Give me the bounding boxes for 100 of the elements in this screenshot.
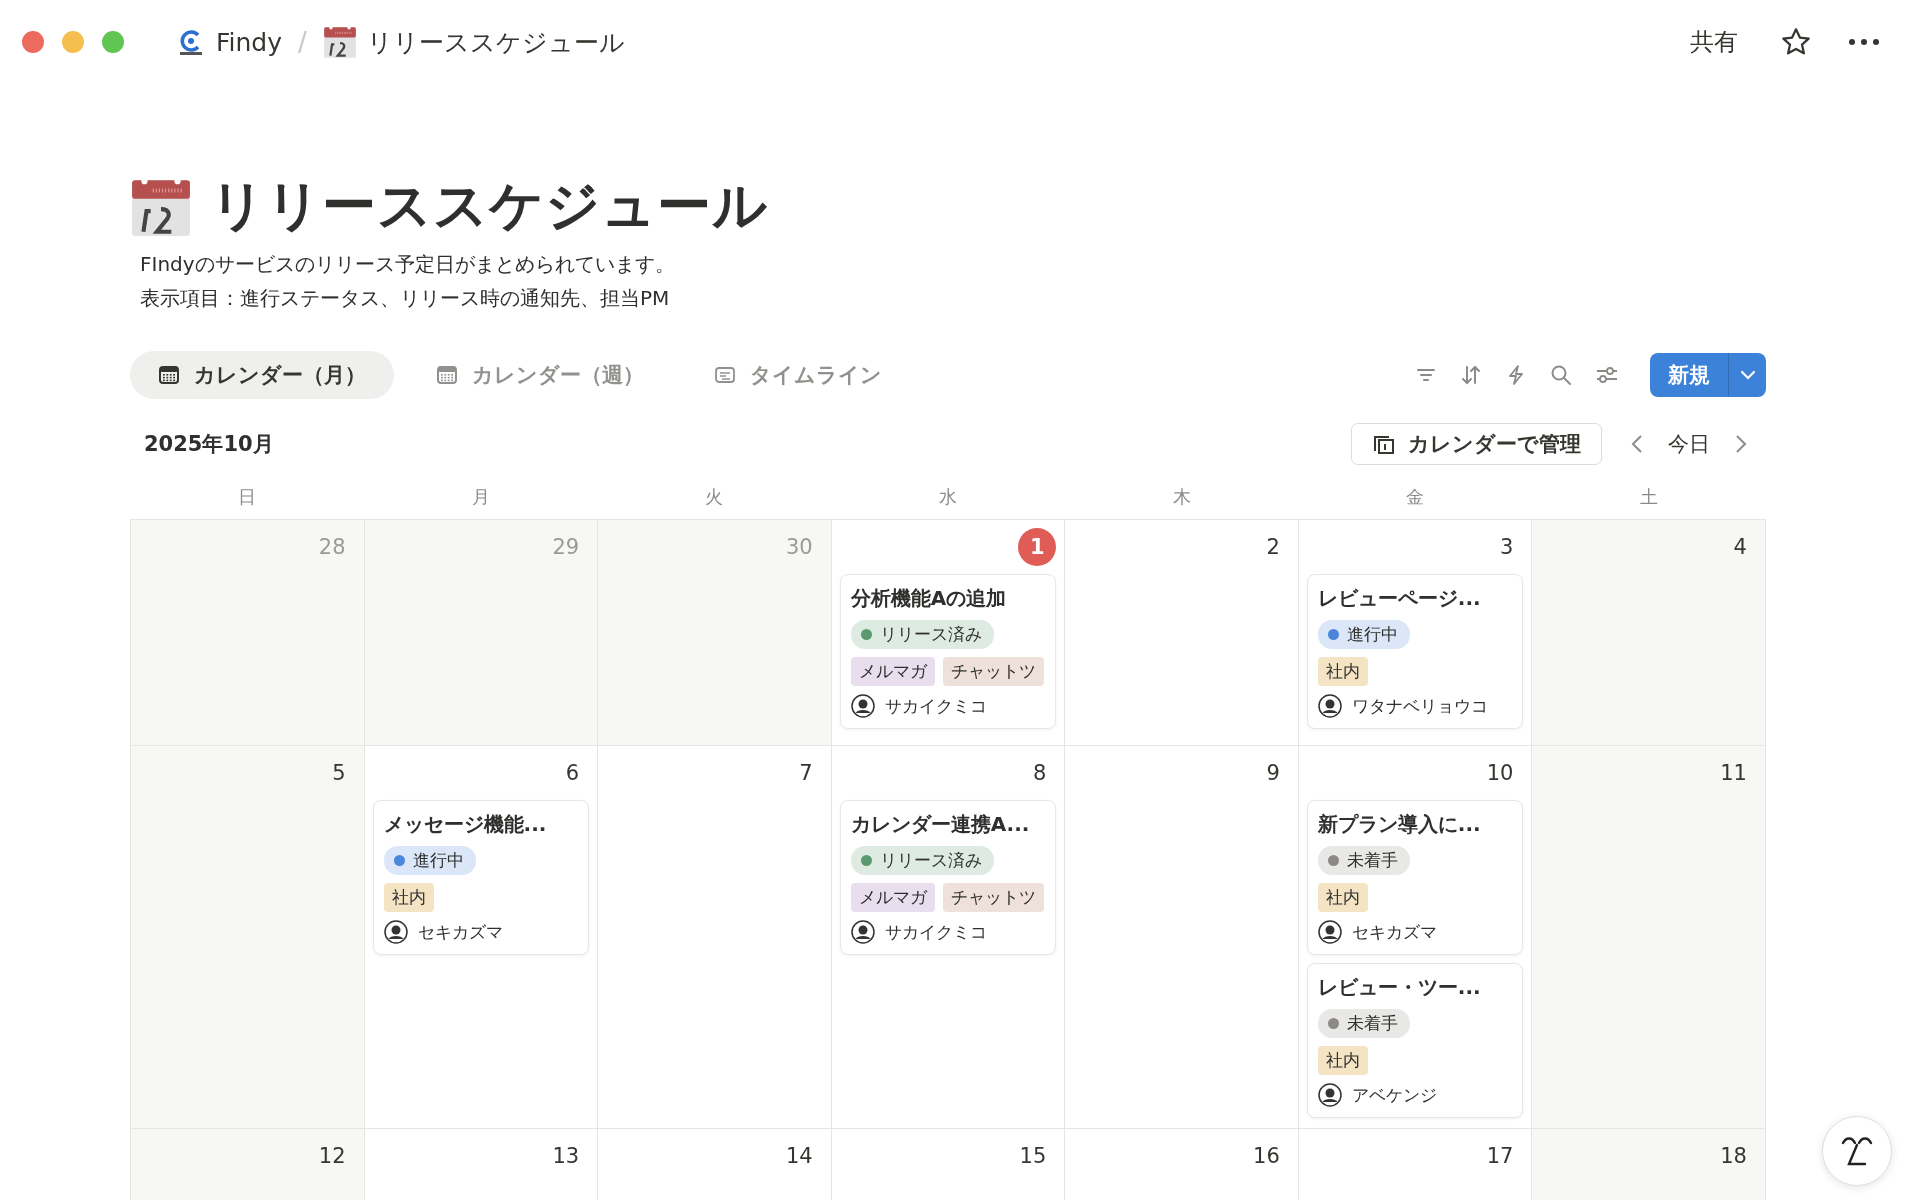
avatar-icon	[383, 920, 408, 944]
event-title: カレンダー連携A...	[850, 811, 1030, 838]
avatar-icon	[1317, 920, 1342, 944]
assignee-name: サカイクミコ	[884, 694, 987, 718]
day-number: 7	[799, 761, 814, 785]
description-text: FIndyのサービスのリリース予定日がまとめられています。	[140, 251, 676, 278]
day-number: 17	[1486, 1144, 1515, 1168]
status-tag: リリース済み	[850, 846, 994, 875]
view-tab[interactable]: カレンダー（月）	[130, 351, 394, 399]
caret-icon	[1738, 369, 1757, 381]
day-number: 2	[1266, 535, 1281, 559]
status-tag: 未着手	[1317, 846, 1410, 875]
event-title: レビュー・ツー...	[1317, 974, 1481, 1001]
breadcrumb-link[interactable]: Findy	[216, 27, 282, 57]
day-cell[interactable]: 1 分析機能Aの追加 リリース済み メルマガ チャットツ サカイクミコ	[831, 520, 1066, 746]
day-cell[interactable]: 6 メッセージ機能... 進行中 社内 セキカズマ	[364, 746, 599, 1129]
weekday-label: 日	[236, 485, 257, 509]
assignee-name: セキカズマ	[417, 920, 503, 944]
event-card[interactable]: レビューページ... 進行中 社内 ワタナベリョウコ	[1306, 574, 1524, 729]
event-card[interactable]: メッセージ機能... 進行中 社内 セキカズマ	[372, 800, 590, 955]
weekday-label: 水	[938, 485, 958, 509]
day-cell[interactable]: 9	[1065, 746, 1299, 1129]
day-number: 3	[1500, 535, 1515, 559]
day-number: 28	[318, 535, 347, 559]
today-date-badge: 1	[1018, 528, 1057, 566]
assignee-name: ワタナベリョウコ	[1351, 694, 1488, 718]
avatar-icon	[1317, 694, 1342, 718]
day-cell[interactable]: 8 カレンダー連携A... リリース済み メルマガ チャットツ サカイクミコ	[831, 746, 1066, 1129]
day-number: 5	[332, 761, 347, 785]
assignee-name: アベケンジ	[1351, 1083, 1437, 1107]
sort-icon[interactable]	[1460, 364, 1482, 386]
more-icon[interactable]	[1848, 37, 1880, 47]
day-cell[interactable]: 10 新プラン導入に... 未着手 社内 セキカズマ レビュー・ツー... 未着手 社内 アベケンジ	[1298, 746, 1533, 1129]
tag: 社内	[1317, 883, 1368, 912]
assistant-button[interactable]	[1822, 1116, 1892, 1186]
close-window-button[interactable]	[22, 31, 44, 53]
day-number: 8	[1032, 761, 1048, 785]
day-number: 18	[1720, 1144, 1748, 1168]
chevron-right-icon	[1734, 433, 1748, 455]
timeline-icon	[714, 364, 736, 386]
maximize-window-button[interactable]	[102, 31, 124, 53]
event-card[interactable]: カレンダー連携A... リリース済み メルマガ チャットツ サカイクミコ	[839, 800, 1057, 955]
avatar-icon	[850, 694, 875, 718]
day-number: 30	[785, 535, 814, 559]
day-number: 12	[318, 1144, 347, 1168]
tag: メルマガ	[850, 657, 935, 686]
tag: 社内	[383, 883, 434, 912]
breadcrumb-link[interactable]: リリーススケジュール	[366, 25, 625, 59]
breadcrumb-separator: /	[298, 27, 307, 57]
avatar-icon	[1317, 1083, 1342, 1107]
day-number: 9	[1266, 761, 1281, 785]
avatar-icon	[850, 920, 875, 944]
event-title: レビューページ...	[1317, 585, 1481, 612]
day-cell[interactable]: 5	[131, 746, 365, 1129]
day-cell[interactable]: 11	[1532, 746, 1766, 1129]
tag: 社内	[1317, 657, 1368, 686]
status-tag: 進行中	[383, 846, 476, 875]
status-tag: 進行中	[1317, 620, 1410, 649]
tag: チャットツ	[942, 657, 1044, 686]
weekday-label: 火	[704, 485, 725, 509]
day-number: 4	[1733, 535, 1748, 559]
tag: 社内	[1317, 1046, 1368, 1075]
event-title: 新プラン導入に...	[1317, 811, 1481, 838]
description-text: 表示項目：進行ステータス、リリース時の通知先、担当PM	[140, 285, 671, 312]
share-button[interactable]: 共有	[1684, 20, 1744, 64]
day-cell[interactable]: 12	[131, 1129, 365, 1200]
day-cell[interactable]: 18	[1532, 1129, 1766, 1200]
tag: チャットツ	[942, 883, 1044, 912]
assignee-name: セキカズマ	[1351, 920, 1437, 944]
calendar-icon	[436, 364, 458, 386]
day-cell[interactable]: 16	[1065, 1129, 1299, 1200]
day-number: 16	[1253, 1144, 1281, 1168]
day-cell[interactable]: 7	[598, 746, 832, 1129]
settings-icon[interactable]	[1595, 364, 1619, 386]
day-cell[interactable]: 15	[831, 1129, 1066, 1200]
event-card[interactable]: 分析機能Aの追加 リリース済み メルマガ チャットツ サカイクミコ	[839, 574, 1057, 729]
day-cell[interactable]: 3 レビューページ... 進行中 社内 ワタナベリョウコ	[1298, 520, 1533, 746]
weekday-label: 木	[1171, 485, 1192, 509]
day-number: 13	[552, 1144, 581, 1168]
page-title: リリーススケジュール	[210, 173, 768, 239]
chevron-left-icon	[1630, 433, 1644, 455]
today-button[interactable]: 今日	[1664, 426, 1714, 462]
search-icon[interactable]	[1550, 364, 1572, 386]
weekday-label: 土	[1639, 485, 1660, 509]
day-number: 10	[1486, 761, 1515, 785]
assignee-name: サカイクミコ	[884, 920, 987, 944]
day-number: 14	[785, 1144, 814, 1168]
day-cell[interactable]: 13	[364, 1129, 599, 1200]
month-label: 2025年10月	[144, 431, 274, 458]
day-cell[interactable]: 2	[1065, 520, 1299, 746]
event-card[interactable]: レビュー・ツー... 未着手 社内 アベケンジ	[1306, 963, 1524, 1118]
weekday-label: 金	[1405, 485, 1426, 509]
status-tag: リリース済み	[850, 620, 994, 649]
day-cell[interactable]: 14	[598, 1129, 832, 1200]
event-card[interactable]: 新プラン導入に... 未着手 社内 セキカズマ	[1306, 800, 1524, 955]
day-number: 11	[1720, 761, 1748, 785]
day-cell[interactable]: 4	[1532, 520, 1766, 746]
event-title: 分析機能Aの追加	[850, 585, 1007, 612]
day-number: 15	[1019, 1144, 1048, 1168]
manage-calendar-button[interactable]: カレンダーで管理	[1351, 423, 1602, 465]
